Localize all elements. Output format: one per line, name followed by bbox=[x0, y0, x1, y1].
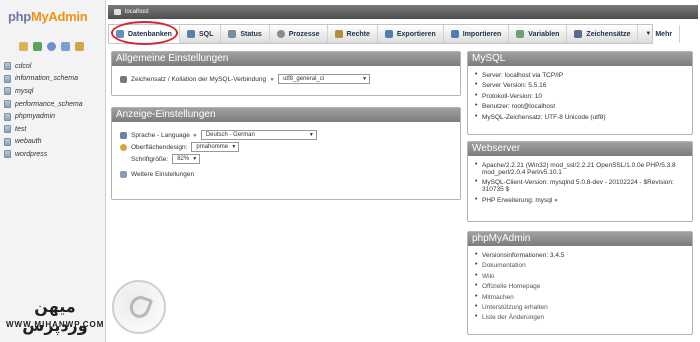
main-tab-bar: Datenbanken SQL Status Prozesse Rechte E… bbox=[108, 24, 681, 44]
fontsize-label: Schriftgröße: bbox=[131, 155, 169, 163]
phpmyadmin-logo[interactable]: phpMyAdmin bbox=[8, 9, 88, 24]
database-icon bbox=[4, 87, 11, 96]
tab-import[interactable]: Importieren bbox=[444, 25, 510, 43]
watermark-text: میهن وردپرس bbox=[22, 297, 88, 335]
database-icon bbox=[4, 150, 11, 159]
database-icon bbox=[4, 62, 11, 71]
contribute-link[interactable]: Mitmachen bbox=[475, 293, 692, 301]
documentation-link[interactable]: Dokumentation bbox=[475, 261, 692, 269]
panel-title: Webserver bbox=[468, 142, 692, 156]
general-settings-panel: Allgemeine Einstellungen Zeichensatz / K… bbox=[111, 51, 461, 96]
status-icon bbox=[228, 30, 237, 38]
theme-select[interactable]: pmahomme bbox=[191, 142, 240, 152]
tab-status[interactable]: Status bbox=[221, 25, 270, 43]
collation-icon bbox=[120, 75, 127, 83]
list-item: Protokoll-Version: 10 bbox=[475, 92, 692, 100]
nav-icon-row bbox=[19, 42, 84, 51]
language-icon bbox=[120, 131, 127, 139]
highlight-circle bbox=[111, 21, 178, 45]
wrench-icon bbox=[120, 171, 127, 178]
database-icon bbox=[4, 74, 11, 83]
help-icon[interactable]: ● bbox=[193, 132, 197, 139]
database-item[interactable]: test bbox=[4, 123, 83, 136]
panel-title: MySQL bbox=[468, 52, 692, 66]
exit-icon[interactable] bbox=[33, 42, 42, 51]
database-item[interactable]: performance_schema bbox=[4, 98, 83, 111]
database-item[interactable]: cdcol bbox=[4, 60, 83, 73]
help-icon[interactable] bbox=[47, 42, 56, 51]
database-item[interactable]: mysql bbox=[4, 85, 83, 98]
more-settings-link[interactable]: Weitere Einstellungen bbox=[131, 171, 194, 178]
panel-title: Allgemeine Einstellungen bbox=[112, 52, 460, 66]
database-icon bbox=[4, 112, 11, 121]
watermark-url: WWW.MIHANWP.COM bbox=[6, 320, 105, 329]
import-icon bbox=[450, 30, 459, 38]
database-item[interactable]: phpmyadmin bbox=[4, 110, 83, 123]
home-icon[interactable] bbox=[19, 42, 28, 51]
language-label: Sprache - Language bbox=[131, 131, 190, 139]
help-icon[interactable]: ● bbox=[554, 197, 558, 204]
language-select[interactable]: Deutsch - German bbox=[200, 130, 317, 140]
database-icon bbox=[4, 125, 11, 134]
tab-sql[interactable]: SQL bbox=[180, 25, 222, 43]
sql-icon bbox=[186, 30, 195, 38]
tab-export[interactable]: Exportieren bbox=[378, 25, 444, 43]
support-link[interactable]: Unterstützung erhalten bbox=[475, 303, 692, 311]
theme-label: Oberflächendesign: bbox=[131, 143, 188, 151]
list-item: Server Version: 5.5.16 bbox=[475, 81, 692, 89]
wiki-link[interactable]: Wiki bbox=[475, 272, 692, 280]
fontsize-select[interactable]: 82% bbox=[172, 154, 201, 164]
panel-title: phpMyAdmin bbox=[468, 232, 692, 246]
mysql-panel: MySQL Server: localhost via TCP/IP Serve… bbox=[467, 51, 693, 135]
server-icon bbox=[114, 9, 121, 15]
list-item: Versionsinformationen: 3.4.5 bbox=[475, 251, 692, 259]
database-list: cdcol information_schema mysql performan… bbox=[4, 60, 83, 161]
docs-icon[interactable] bbox=[61, 42, 70, 51]
tab-processes[interactable]: Prozesse bbox=[270, 25, 328, 43]
list-item: MySQL-Client-Version: mysqlnd 5.0.8-dev … bbox=[475, 178, 692, 193]
export-icon bbox=[384, 30, 393, 38]
list-item: Benutzer: root@localhost bbox=[475, 102, 692, 110]
database-icon bbox=[4, 100, 11, 109]
database-item[interactable]: wordpress bbox=[4, 148, 83, 161]
list-item: PHP Erweiterung: mysql ● bbox=[475, 196, 692, 204]
database-item[interactable]: information_schema bbox=[4, 73, 83, 86]
tab-more[interactable]: ▼ Mehr bbox=[638, 25, 681, 43]
charset-icon bbox=[574, 30, 583, 38]
watermark-logo-icon bbox=[112, 280, 166, 334]
list-item: MySQL-Zeichensatz: UTF-8 Unicode (utf8) bbox=[475, 113, 692, 121]
changelog-link[interactable]: Liste der Änderungen bbox=[475, 313, 692, 321]
collation-select[interactable]: utf8_general_ci bbox=[278, 74, 371, 84]
list-item: Apache/2.2.21 (Win32) mod_ssl/2.2.21 Ope… bbox=[475, 161, 692, 176]
chevron-down-icon: ▼ bbox=[645, 31, 652, 37]
help-icon[interactable]: ● bbox=[270, 76, 274, 83]
phpmyadmin-panel: phpMyAdmin Versionsinformationen: 3.4.5 … bbox=[467, 231, 693, 335]
list-item: Server: localhost via TCP/IP bbox=[475, 71, 692, 79]
settings-icon[interactable] bbox=[75, 42, 84, 51]
collation-label: Zeichensatz / Kollation der MySQL-Verbin… bbox=[131, 75, 267, 83]
tab-variables[interactable]: Variablen bbox=[509, 25, 568, 43]
homepage-link[interactable]: Offizielle Homepage bbox=[475, 282, 692, 290]
panel-title: Anzeige-Einstellungen bbox=[112, 108, 460, 122]
webserver-panel: Webserver Apache/2.2.21 (Win32) mod_ssl/… bbox=[467, 141, 693, 222]
tab-rights[interactable]: Rechte bbox=[328, 25, 378, 43]
rights-icon bbox=[334, 30, 343, 38]
database-item[interactable]: webauth bbox=[4, 136, 83, 149]
variables-icon bbox=[516, 30, 525, 38]
tab-charsets[interactable]: Zeichensätze bbox=[567, 25, 639, 43]
process-icon bbox=[276, 30, 285, 38]
database-icon bbox=[4, 137, 11, 146]
server-breadcrumb[interactable]: localhost bbox=[108, 5, 698, 19]
appearance-settings-panel: Anzeige-Einstellungen Sprache - Language… bbox=[111, 107, 461, 200]
navigation-panel: phpMyAdmin cdcol information_schema mysq… bbox=[0, 0, 106, 342]
theme-icon bbox=[120, 143, 127, 151]
